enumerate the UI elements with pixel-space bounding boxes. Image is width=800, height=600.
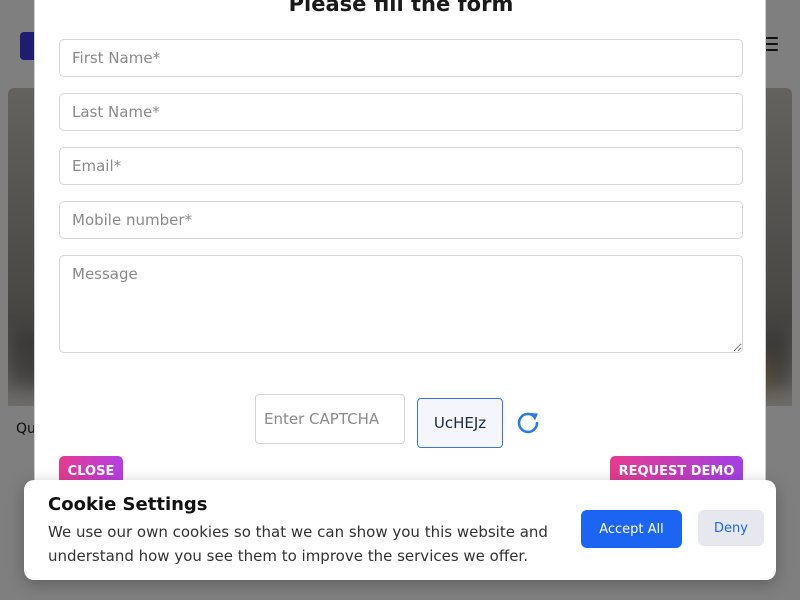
last-name-field[interactable] [59,93,743,131]
captcha-input[interactable] [255,394,405,444]
cookie-banner: Cookie Settings We use our own cookies s… [24,480,776,580]
demo-request-modal: Please fill the form UcHEJz CLOSE REQUES… [34,0,766,500]
accept-all-button[interactable]: Accept All [581,510,682,548]
modal-title: Please fill the form [288,0,514,16]
mobile-number-field[interactable] [59,201,743,239]
first-name-field[interactable] [59,39,743,77]
email-field[interactable] [59,147,743,185]
cookie-title: Cookie Settings [48,494,208,515]
refresh-icon[interactable] [513,408,543,438]
cookie-text: We use our own cookies so that we can sh… [48,523,548,565]
captcha-code: UcHEJz [417,398,503,448]
message-field[interactable] [59,255,743,353]
deny-button[interactable]: Deny [698,510,764,546]
